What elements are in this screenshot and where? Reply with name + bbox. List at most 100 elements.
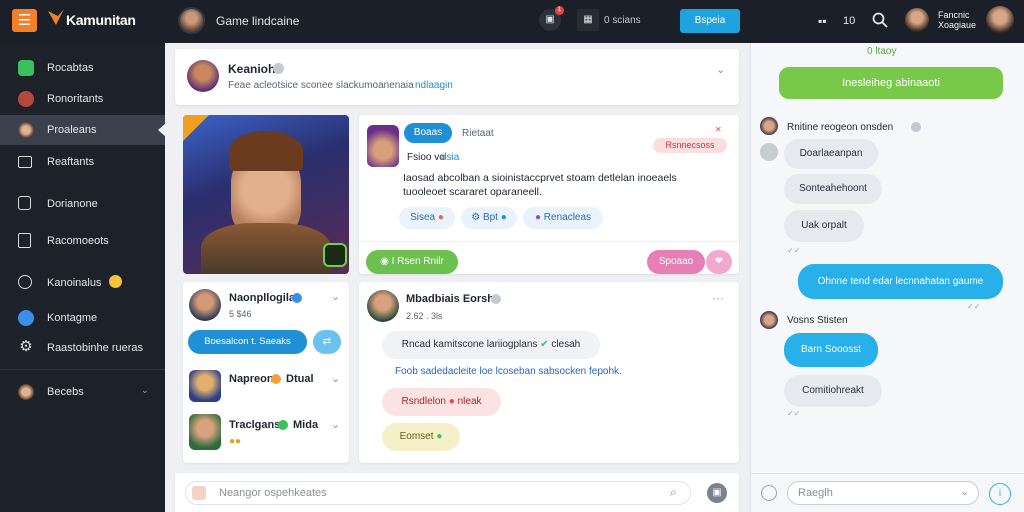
corner-ribbon [183, 115, 209, 141]
chat-group-name: Vosns Stisten [787, 315, 848, 326]
chat-input-placeholder: Raeglh [798, 487, 833, 499]
send-icon[interactable]: ▣ [707, 483, 727, 503]
chat-avatar[interactable] [760, 117, 778, 135]
leaf-icon: ● [436, 431, 443, 442]
friend-avatar[interactable] [189, 370, 221, 402]
chat-group-name: Rnitine reogeon onsden [787, 122, 894, 133]
profile-icon [18, 122, 34, 138]
sidebar-item-0[interactable]: Rocabtas [0, 53, 165, 83]
more-icon[interactable]: ··· [712, 291, 724, 305]
close-icon[interactable]: ✕ [715, 125, 722, 134]
sidebar-item-7[interactable]: Kontagme [0, 303, 165, 333]
link-button[interactable]: ⇄ [313, 330, 341, 354]
chat-avatar[interactable] [760, 143, 778, 161]
sidebar-item-3[interactable]: Reaftants [0, 147, 165, 177]
compose-avatar[interactable] [187, 60, 219, 92]
heart-button[interactable]: ❤ [706, 250, 732, 274]
search-icon[interactable] [872, 12, 888, 28]
friends-card: Naonpllogila 5 $46 ⌄ Boesalcon t. Saeaks… [183, 282, 349, 463]
post-link-text[interactable]: Foob sadedacleite loe lcoseban sabsocken… [395, 366, 622, 377]
chevron-down-icon[interactable]: ⌄ [331, 290, 340, 303]
friend-action-button[interactable]: Boesalcon t. Saeaks [188, 330, 307, 354]
featured-card: Boaas Rietaat ✕ Rsnnecsoss Fsioo vo dsia… [359, 115, 739, 274]
post-author: Mbadbiais Eorsh [406, 293, 495, 305]
friend-avatar[interactable] [189, 414, 221, 450]
post-bubble[interactable]: Eomset ● [382, 423, 460, 451]
featured-line-link[interactable]: dsia [441, 152, 459, 163]
game-artwork[interactable] [183, 115, 349, 274]
attach-icon [192, 486, 206, 500]
sidebar-item-2[interactable]: Proaleans [0, 115, 166, 145]
chat-message-right[interactable]: Barn Sooosst [784, 333, 878, 367]
chat-input[interactable]: Raeglh ⌄ [787, 481, 979, 505]
sidebar-item-8[interactable]: ⚙ Raastobinhe rueras [0, 333, 165, 363]
compose-link[interactable]: ndlaagin [415, 80, 453, 91]
profile-avatar[interactable] [986, 6, 1014, 34]
sidebar-item-1[interactable]: Ronoritants [0, 84, 165, 114]
chip-2[interactable]: ● Renacleas [523, 207, 603, 229]
featured-line: Fsioo vo [407, 152, 445, 163]
featured-secondary-button[interactable]: Spoaao [647, 250, 705, 274]
featured-action-label: I Rsen Rnilr [391, 256, 444, 267]
game-avatar[interactable] [178, 7, 205, 34]
chevron-down-icon[interactable]: ⌄ [960, 485, 969, 498]
bird-icon [18, 310, 34, 326]
friend-avatar[interactable] [189, 289, 221, 321]
sidebar-item-4[interactable]: Dorianone [0, 189, 165, 219]
chat-avatar[interactable] [760, 311, 778, 329]
featured-body: Iaosad abcolban a sioinistaccprvet stoam… [403, 172, 677, 198]
info-icon[interactable]: i [989, 483, 1011, 505]
app-logo-text: Kamunitan [66, 12, 136, 28]
chat-message-right[interactable]: Ohnne tend edar lecnnahatan gaume [798, 264, 1003, 299]
star-icon: ⚙ [471, 212, 481, 223]
chat-message-left[interactable]: Uak orpalt [784, 210, 864, 242]
emoji-icon [271, 374, 281, 384]
chip-0[interactable]: Sisea ● [399, 207, 455, 229]
post-bubble[interactable]: Rncad kamitscone lariiogplans ✔ clesah [382, 331, 600, 359]
bubble-text: Eomset [399, 431, 434, 442]
post-avatar[interactable] [367, 290, 399, 322]
folder-icon [18, 156, 32, 168]
chat-message-left[interactable]: Doarlaeanpan [784, 139, 878, 169]
compose-name: Keanioh [228, 62, 276, 76]
emoji-icon[interactable] [761, 485, 777, 501]
calendar-icon[interactable]: ▦ [577, 9, 599, 31]
featured-meta: Rietaat [462, 128, 494, 139]
read-receipt-icon: ✓✓ [787, 246, 801, 255]
chevron-down-icon[interactable]: ⌄ [331, 418, 340, 431]
post-bubble[interactable]: Rsndlelon ● nleak [382, 388, 501, 416]
flame-icon: ● [437, 212, 444, 223]
featured-avatar[interactable] [367, 125, 399, 167]
status-icon [278, 420, 288, 430]
chevron-down-icon[interactable]: ⌄ [716, 63, 725, 76]
chat-message-left[interactable]: Comitiohreakt [784, 375, 882, 407]
sidebar-item-6[interactable]: Kanoinalus [0, 268, 165, 298]
sidebar-item-label: Racomoeots [47, 235, 109, 247]
chevron-down-icon[interactable]: ⌄ [331, 372, 340, 385]
sidebar-item-label: Proaleans [47, 124, 97, 136]
featured-tag[interactable]: Boaas [404, 123, 452, 143]
menu-icon[interactable]: ☰ [12, 9, 37, 32]
chat-message-left[interactable]: Sonteahehoont [784, 174, 882, 204]
friend-name: Napreon [229, 373, 274, 385]
primary-action-button[interactable]: Bspeia [680, 9, 740, 33]
chip-1[interactable]: ⚙ Bpt ● [461, 207, 517, 229]
sidebar-item-label: Becebs [47, 386, 84, 398]
post-meta: 2.62 . 3ls [406, 311, 443, 321]
featured-action-button[interactable]: ◉ I Rsen Rnilr [366, 250, 458, 274]
sidebar-item-9[interactable]: Becebs ⌄ [0, 377, 165, 407]
user-avatar[interactable] [905, 8, 929, 32]
search-icon[interactable]: ⌕ [670, 485, 677, 500]
reply-input[interactable]: Neangor ospehkeates ⌕ [185, 481, 691, 505]
circle-icon [18, 275, 32, 289]
notification-icon[interactable]: ▣ 1 [539, 6, 564, 31]
compose-subtitle: Feae acleotsice sconee slackumoanenaia [228, 80, 414, 91]
verified-icon [292, 293, 302, 303]
chat-banner[interactable]: Inesleiheg abinaaoti [779, 67, 1003, 99]
sidebar-item-5[interactable]: Racomoeots [0, 226, 165, 256]
verified-icon [273, 63, 284, 74]
user-icon [18, 384, 34, 400]
grid-icon[interactable]: ▪▪ [818, 14, 827, 28]
user-name[interactable]: Fancnic Xoagiaue [938, 10, 982, 30]
logo-icon [48, 9, 64, 25]
